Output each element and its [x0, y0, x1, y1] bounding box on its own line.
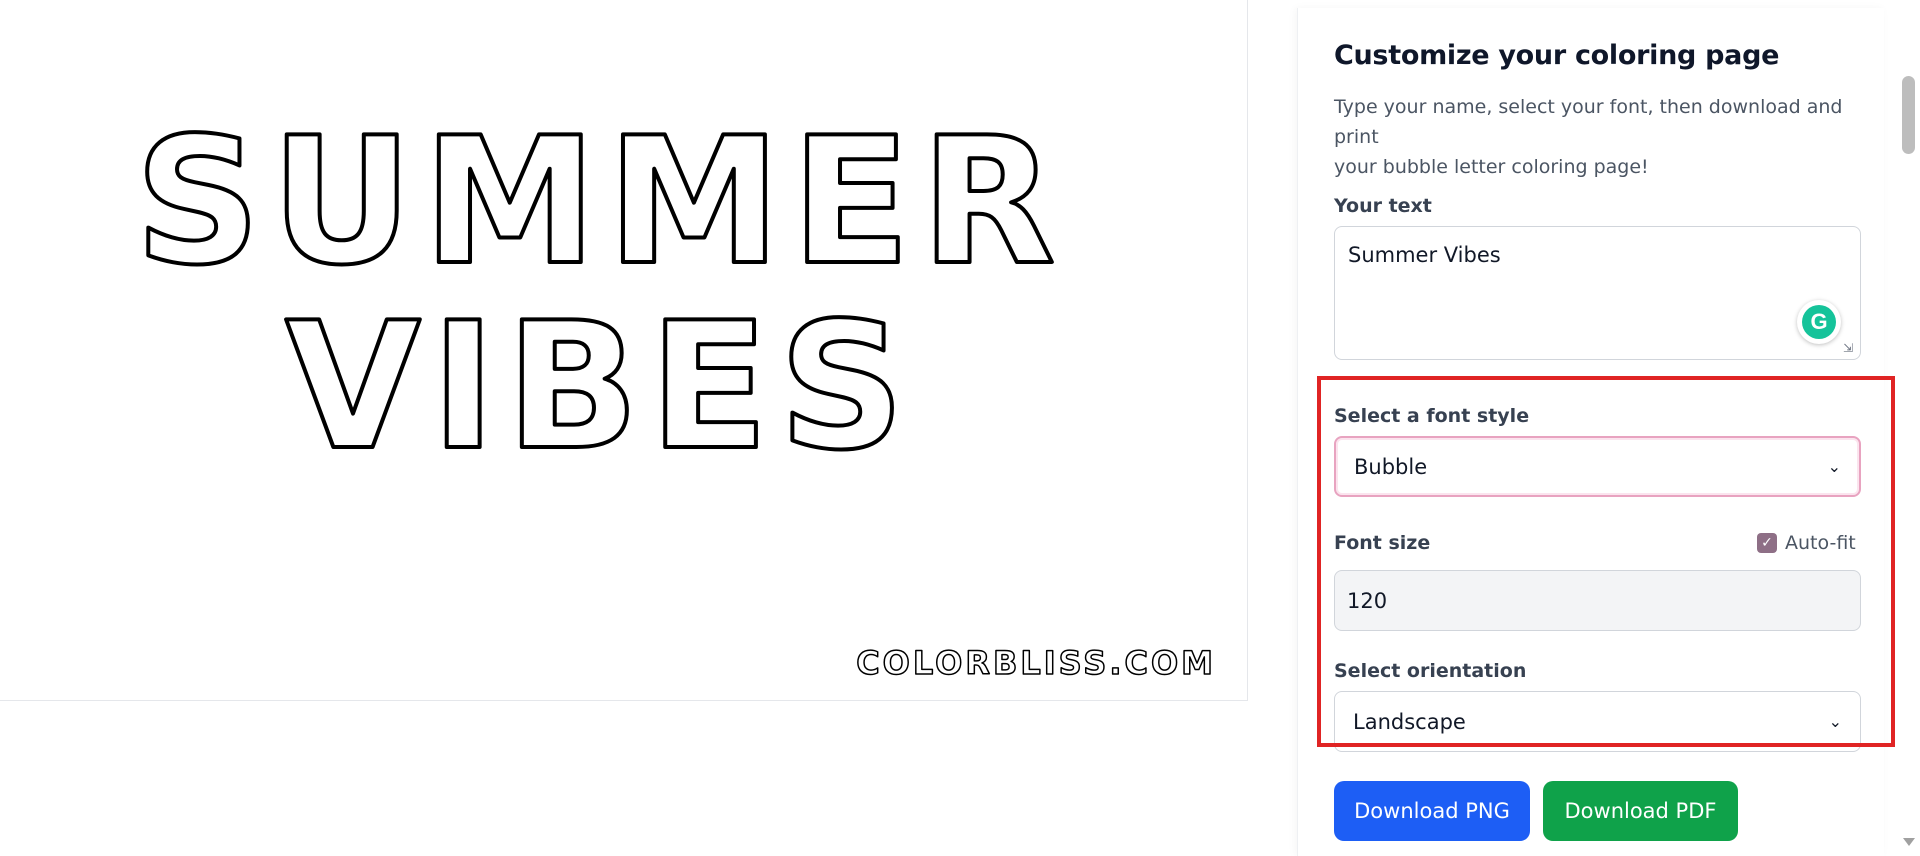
- resize-grip-icon[interactable]: ⇲: [1843, 341, 1857, 355]
- download-pdf-button[interactable]: Download PDF: [1543, 781, 1738, 841]
- scroll-down-arrow-icon[interactable]: [1903, 838, 1915, 846]
- text-label: Your text: [1334, 195, 1432, 217]
- grammarly-button[interactable]: G: [1797, 300, 1841, 344]
- watermark: COLORBLISS.COM: [856, 644, 1216, 682]
- scrollbar[interactable]: [1898, 0, 1920, 856]
- panel-title: Customize your coloring page: [1334, 40, 1780, 71]
- scroll-thumb[interactable]: [1902, 76, 1915, 154]
- text-input[interactable]: Summer Vibes: [1334, 226, 1861, 360]
- panel-subtitle: Type your name, select your font, then d…: [1334, 92, 1861, 182]
- preview-canvas: SUMMER VIBES COLORBLISS.COM: [133, 99, 1216, 683]
- preview-line-1: SUMMER: [135, 101, 1066, 304]
- highlight-box: [1317, 376, 1895, 747]
- download-png-button[interactable]: Download PNG: [1334, 781, 1530, 841]
- preview-line-2: VIBES: [285, 286, 915, 489]
- grammarly-icon: G: [1802, 305, 1836, 339]
- subtitle-line-1: Type your name, select your font, then d…: [1334, 96, 1843, 148]
- coloring-page-preview: SUMMER VIBES COLORBLISS.COM: [0, 0, 1248, 701]
- subtitle-line-2: your bubble letter coloring page!: [1334, 156, 1649, 178]
